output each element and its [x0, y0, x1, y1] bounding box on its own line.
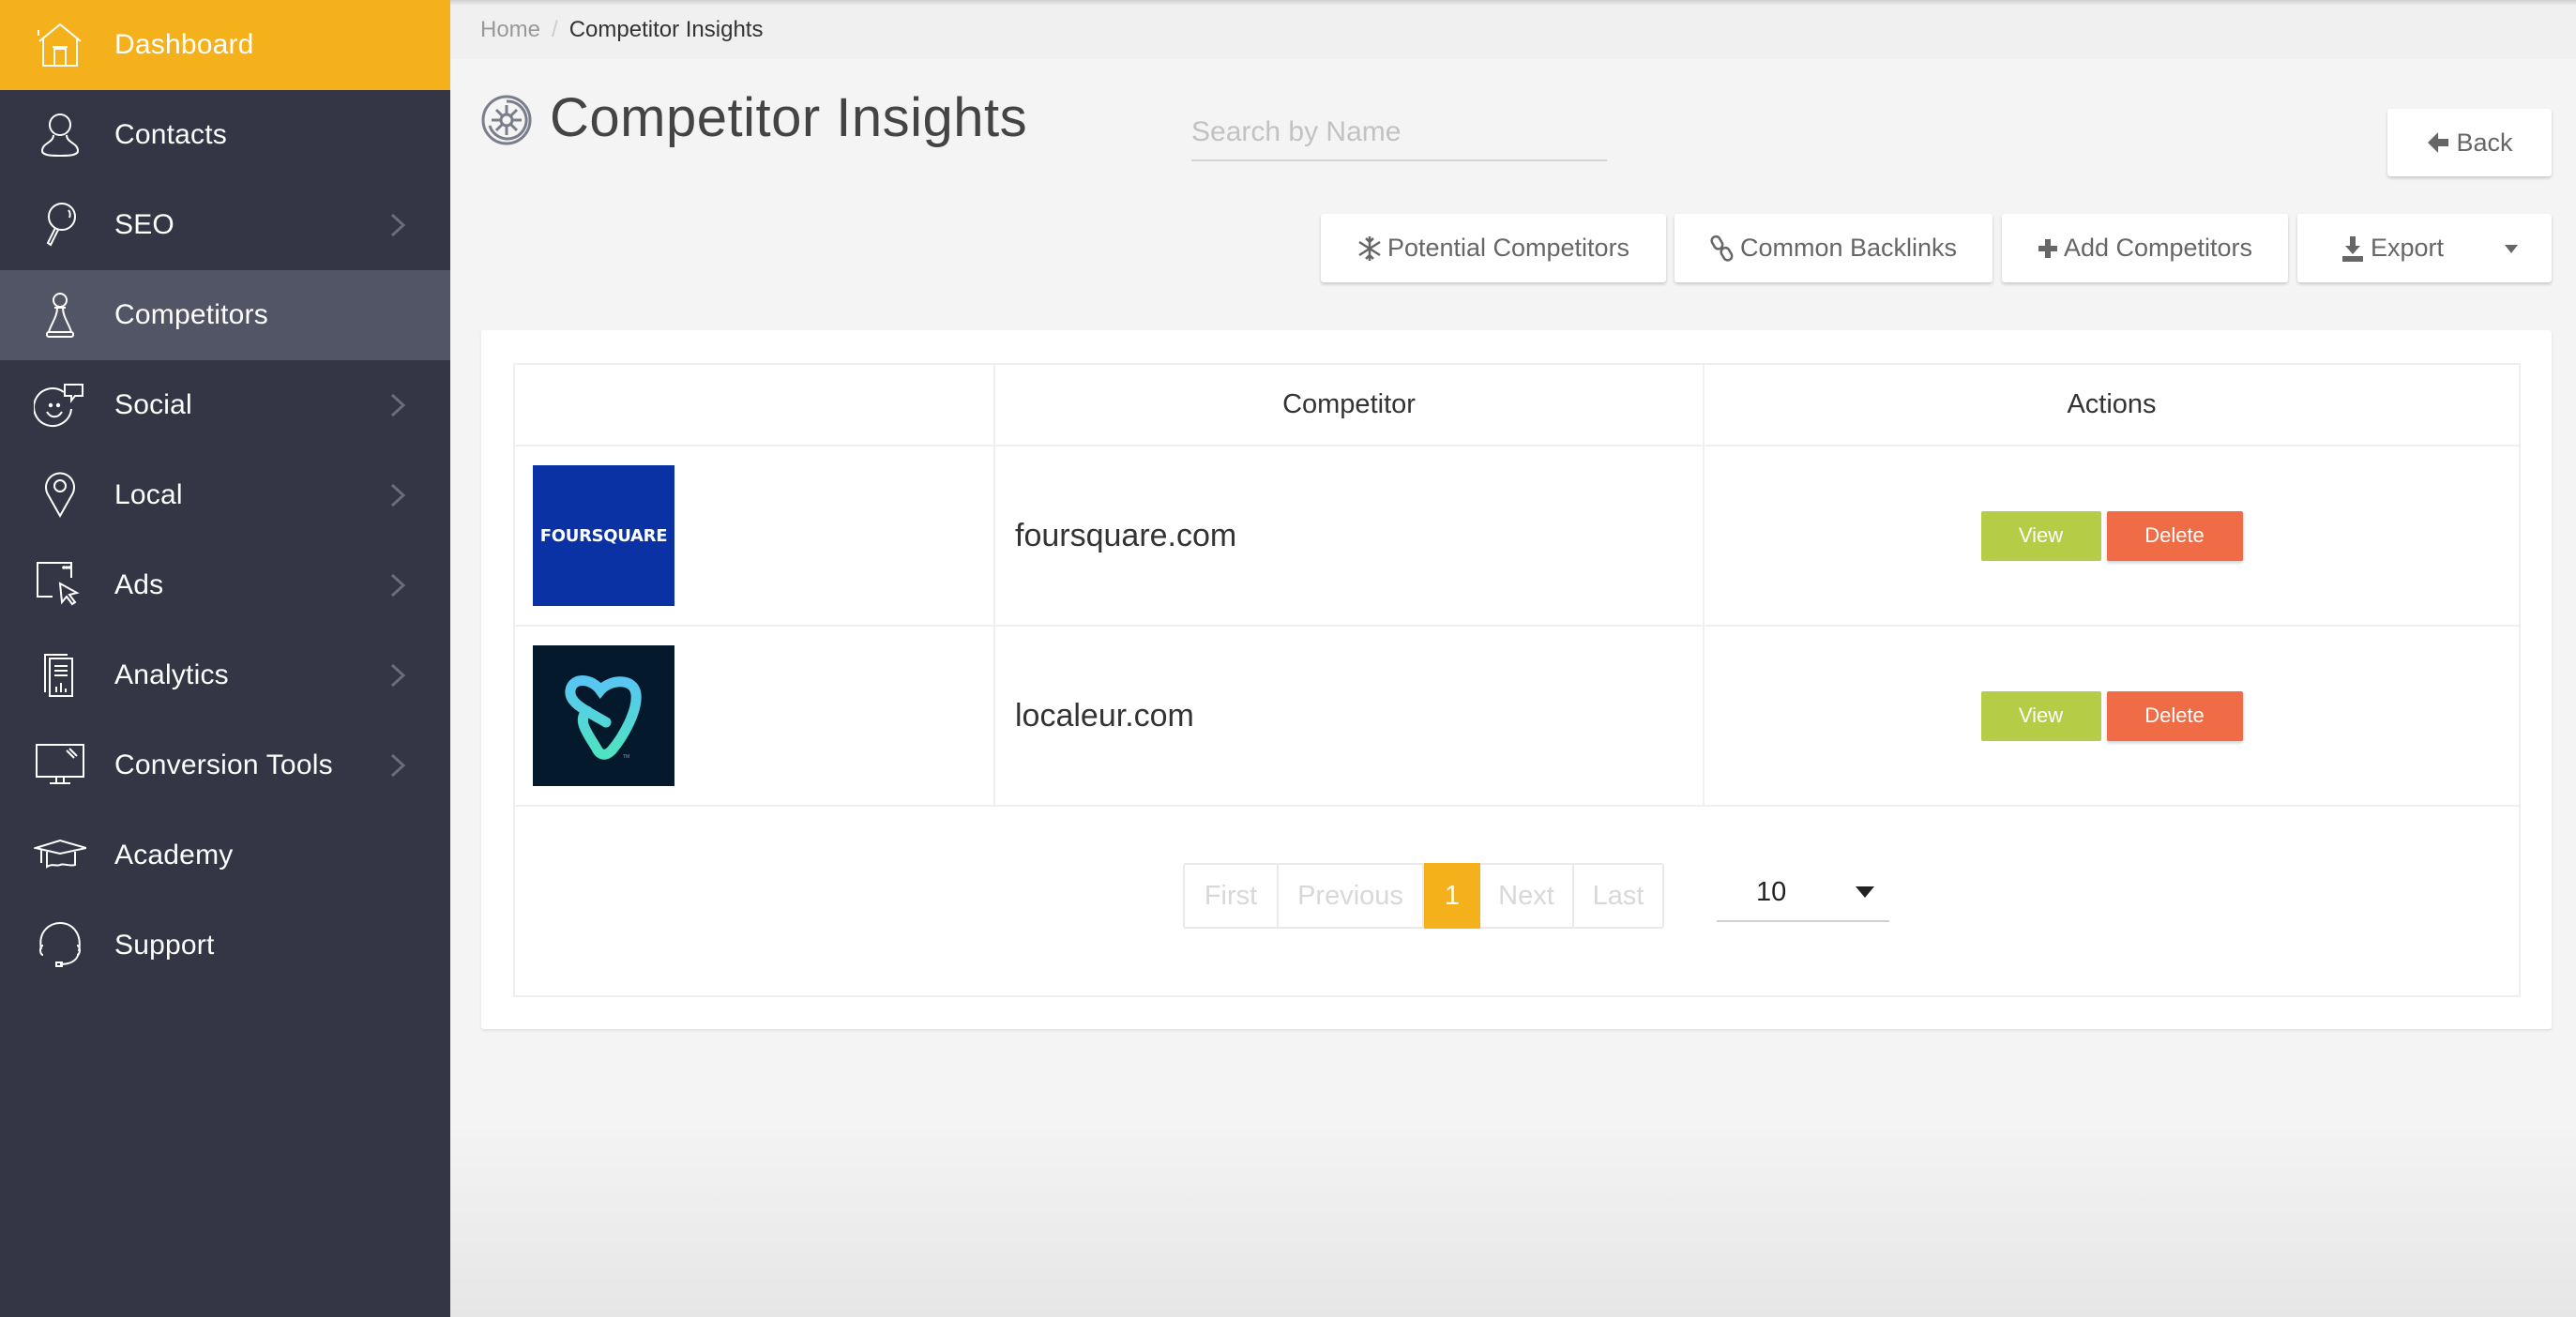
- localeur-heart-logo-icon: TM: [565, 675, 642, 760]
- breadcrumb-current: Competitor Insights: [568, 16, 764, 42]
- row-actions: View Delete: [1980, 510, 2243, 561]
- top-shadow: [450, 0, 2576, 6]
- actions-cell: View Delete: [1705, 447, 2519, 625]
- monitor-icon: [32, 739, 88, 792]
- link-icon: [1710, 235, 1734, 262]
- sidebar-item-label: Social: [114, 389, 192, 420]
- common-backlinks-label: Common Backlinks: [1739, 234, 1958, 262]
- chevron-right-icon: [390, 573, 406, 598]
- page-title: Competitor Insights: [550, 87, 1028, 148]
- table-row: TM localeur.com View Delete: [515, 627, 2519, 807]
- sidebar-item-contacts[interactable]: Contacts: [0, 90, 450, 180]
- sidebar-item-label: Competitors: [114, 299, 268, 330]
- column-header-actions: Actions: [2067, 389, 2157, 419]
- sidebar-item-label: Analytics: [114, 659, 229, 690]
- common-backlinks-button[interactable]: Common Backlinks: [1674, 214, 1993, 282]
- breadcrumb: Home / Competitor Insights: [450, 0, 2576, 59]
- table-row: FOURSQUARE foursquare.com View Delete: [515, 447, 2519, 627]
- row-actions: View Delete: [1980, 690, 2243, 741]
- smiley-chat-icon: [32, 379, 88, 431]
- report-icon: [32, 649, 88, 702]
- export-label: Export: [2371, 234, 2445, 262]
- chevron-right-icon: [390, 213, 406, 237]
- delete-button[interactable]: Delete: [2106, 690, 2243, 741]
- column-header-logo: [515, 365, 995, 445]
- pagination: First Previous 1 Next Last: [1183, 863, 1664, 929]
- sidebar-item-ads[interactable]: Ads: [0, 540, 450, 630]
- headset-icon: [32, 919, 88, 972]
- competitor-domain: localeur.com: [1015, 697, 1194, 734]
- map-pin-icon: [32, 469, 88, 522]
- sidebar-item-local[interactable]: Local: [0, 450, 450, 540]
- search-input[interactable]: [1191, 105, 1607, 159]
- domain-cell: localeur.com: [995, 627, 1705, 805]
- sidebar-item-label: Dashboard: [114, 29, 254, 60]
- caret-down-icon: [2505, 245, 2518, 253]
- pagination-next[interactable]: Next: [1480, 865, 1574, 927]
- sidebar-item-label: Academy: [114, 840, 234, 870]
- potential-competitors-label: Potential Competitors: [1386, 234, 1630, 262]
- breadcrumb-home-link[interactable]: Home: [480, 17, 540, 43]
- plus-icon: [2038, 238, 2057, 258]
- breadcrumb-separator: /: [552, 16, 558, 42]
- person-icon: [32, 109, 88, 161]
- chevron-right-icon: [390, 753, 406, 778]
- sidebar-item-social[interactable]: Social: [0, 360, 450, 450]
- sidebar-item-label: SEO: [114, 209, 174, 240]
- logo-cell: FOURSQUARE: [515, 447, 995, 625]
- competitor-logo: TM: [533, 645, 674, 786]
- sidebar-item-analytics[interactable]: Analytics: [0, 630, 450, 720]
- export-dropdown-button[interactable]: Export: [2297, 214, 2552, 282]
- graduation-cap-icon: [32, 829, 88, 882]
- per-page-select[interactable]: 10: [1717, 868, 1889, 922]
- competitor-logo: FOURSQUARE: [533, 465, 674, 606]
- wheel-icon: [481, 95, 532, 145]
- column-header-competitor: Competitor: [995, 365, 1705, 445]
- table-header-row: Competitor Actions: [515, 365, 2519, 447]
- svg-text:TM: TM: [623, 754, 629, 760]
- competitor-domain: foursquare.com: [1015, 517, 1237, 553]
- logo-cell: TM: [515, 627, 995, 805]
- sidebar-item-seo[interactable]: SEO: [0, 180, 450, 270]
- sidebar-item-support[interactable]: Support: [0, 901, 450, 991]
- back-label: Back: [2456, 128, 2513, 157]
- view-button[interactable]: View: [1980, 690, 2101, 741]
- pagination-first[interactable]: First: [1185, 865, 1279, 927]
- chevron-right-icon: [390, 483, 406, 507]
- sidebar: Dashboard Contacts SEO Competitors Socia…: [0, 0, 450, 1317]
- sidebar-item-label: Local: [114, 479, 183, 510]
- actions-cell: View Delete: [1705, 627, 2519, 805]
- chevron-right-icon: [390, 393, 406, 417]
- pagination-last[interactable]: Last: [1574, 865, 1662, 927]
- per-page-value: 10: [1756, 877, 1787, 907]
- arrow-left-icon: [2428, 132, 2449, 153]
- sidebar-item-label: Contacts: [114, 119, 227, 150]
- home-icon: [32, 19, 88, 71]
- chess-pawn-icon: [32, 289, 88, 341]
- search-field: [1191, 105, 1607, 161]
- magnifier-icon: [32, 199, 88, 251]
- add-competitors-button[interactable]: Add Competitors: [2002, 214, 2288, 282]
- snowflake-icon: [1358, 235, 1381, 261]
- sidebar-item-label: Ads: [114, 569, 164, 600]
- sidebar-item-academy[interactable]: Academy: [0, 810, 450, 901]
- pagination-previous[interactable]: Previous: [1279, 865, 1424, 927]
- download-icon: [2342, 235, 2363, 262]
- cursor-window-icon: [32, 559, 88, 612]
- sidebar-item-label: Conversion Tools: [114, 749, 333, 780]
- sidebar-item-conversion-tools[interactable]: Conversion Tools: [0, 720, 450, 810]
- logo-text: FOURSQUARE: [539, 525, 668, 546]
- delete-button[interactable]: Delete: [2106, 510, 2243, 561]
- sidebar-item-competitors[interactable]: Competitors: [0, 270, 450, 360]
- caret-down-icon: [1856, 886, 1874, 898]
- sidebar-item-label: Support: [114, 930, 215, 961]
- sidebar-item-dashboard[interactable]: Dashboard: [0, 0, 450, 90]
- view-button[interactable]: View: [1980, 510, 2101, 561]
- chevron-right-icon: [390, 663, 406, 688]
- pagination-page-current[interactable]: 1: [1424, 863, 1480, 929]
- potential-competitors-button[interactable]: Potential Competitors: [1321, 214, 1666, 282]
- back-button[interactable]: Back: [2387, 109, 2552, 176]
- add-competitors-label: Add Competitors: [2063, 234, 2253, 262]
- domain-cell: foursquare.com: [995, 447, 1705, 625]
